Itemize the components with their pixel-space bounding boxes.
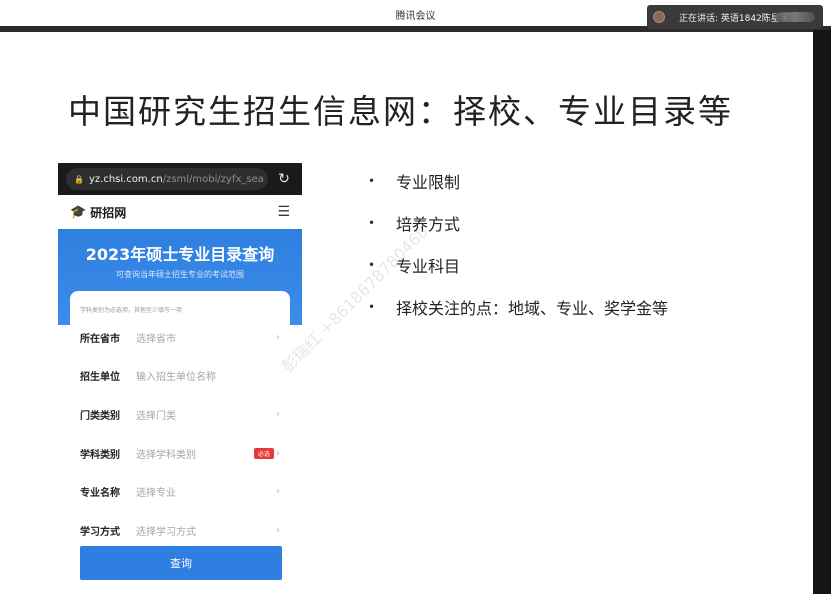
field-label: 招生单位 (80, 372, 120, 384)
study-mode-field[interactable]: 学习方式 选择学习方式 › (70, 511, 290, 550)
bullet-item: • 择校关注的点：地域、专业、奖学金等 (368, 286, 668, 328)
speaker-volume-indicator (775, 12, 815, 22)
bullet-dot-icon: • (368, 174, 376, 188)
url-host: yz.chsi.com.cn (88, 173, 163, 185)
field-label: 学习方式 (80, 526, 120, 538)
institution-field[interactable]: 招生单位 输入招生单位名称 (70, 357, 290, 396)
site-header: 🎓 研招网 ☰ (58, 195, 302, 229)
url-path: /zsml/mobi/zyfx_sea (162, 173, 264, 185)
url-field[interactable]: 🔒 yz.chsi.com.cn/zsml/mobi/zyfx_sea (66, 168, 268, 190)
chevron-right-icon: › (276, 486, 280, 498)
field-label: 门类类别 (80, 410, 120, 422)
hero-subtitle: 可查询当年硕士招生专业的考试范围 (116, 270, 244, 279)
field-placeholder: 选择专业 (136, 488, 176, 500)
bullet-item: • 专业限制 (368, 160, 668, 202)
chevron-right-icon: › (276, 408, 280, 420)
field-placeholder: 输入招生单位名称 (136, 372, 216, 384)
search-button[interactable]: 查询 (80, 546, 282, 580)
bullet-text: 择校关注的点：地域、专业、奖学金等 (396, 299, 669, 318)
meeting-top-bar: 腾讯会议 正在讲话: 英语1842陈星宇 (0, 0, 831, 32)
phone-screenshot: 🔒 yz.chsi.com.cn/zsml/mobi/zyfx_sea ↻ 🎓 … (58, 163, 302, 593)
field-placeholder: 选择门类 (136, 410, 176, 422)
lock-icon: 🔒 (74, 174, 84, 184)
field-placeholder: 选择学习方式 (136, 526, 196, 538)
field-placeholder: 选择学科类别 (136, 449, 196, 461)
field-placeholder: 选择省市 (136, 333, 176, 345)
required-badge: 必选 (253, 447, 274, 459)
bullet-item: • 培养方式 (368, 202, 668, 244)
province-field[interactable]: 所在省市 选择省市 › (70, 318, 290, 357)
field-label: 所在省市 (80, 333, 120, 345)
chevron-right-icon: › (276, 331, 280, 343)
category-field[interactable]: 门类类别 选择门类 › (70, 395, 290, 434)
search-form: 学科类别为必选项，其他至少填写一项 所在省市 选择省市 › 招生单位 输入招生单… (70, 291, 290, 593)
bullet-dot-icon: • (368, 258, 376, 272)
bullet-text: 专业限制 (396, 173, 461, 192)
speaking-label: 正在讲话: 英语1842陈星宇 (679, 13, 789, 24)
chevron-right-icon: › (276, 447, 280, 459)
hamburger-menu-icon[interactable]: ☰ (277, 204, 290, 220)
graduation-cap-icon: 🎓 (70, 204, 87, 220)
bullet-dot-icon: • (368, 300, 376, 314)
hero-title: 2023年硕士专业目录查询 (85, 245, 275, 264)
bullet-item: • 专业科目 (368, 244, 668, 286)
slide-title: 中国研究生招生信息网：择校、专业目录等 (68, 92, 733, 131)
speaking-indicator[interactable]: 正在讲话: 英语1842陈星宇 (647, 5, 823, 29)
slide-bullet-list: • 专业限制 • 培养方式 • 专业科目 • 择校关注的点：地域、专业、奖学金等 (368, 160, 668, 328)
major-field[interactable]: 专业名称 选择专业 › (70, 472, 290, 511)
field-label: 专业名称 (80, 488, 120, 500)
chevron-right-icon: › (276, 524, 280, 536)
right-edge-panel (813, 30, 831, 594)
bullet-text: 专业科目 (396, 257, 461, 276)
bullet-text: 培养方式 (396, 215, 461, 234)
reload-icon[interactable]: ↻ (274, 171, 294, 187)
site-name[interactable]: 研招网 (90, 204, 277, 221)
field-label: 学科类别 (80, 449, 120, 461)
form-hint: 学科类别为必选项，其他至少填写一项 (80, 307, 183, 314)
speaker-avatar-icon (653, 11, 665, 23)
bullet-dot-icon: • (368, 216, 376, 230)
browser-url-bar: 🔒 yz.chsi.com.cn/zsml/mobi/zyfx_sea ↻ (58, 163, 302, 195)
discipline-field[interactable]: 学科类别 选择学科类别 必选 › (70, 434, 290, 473)
